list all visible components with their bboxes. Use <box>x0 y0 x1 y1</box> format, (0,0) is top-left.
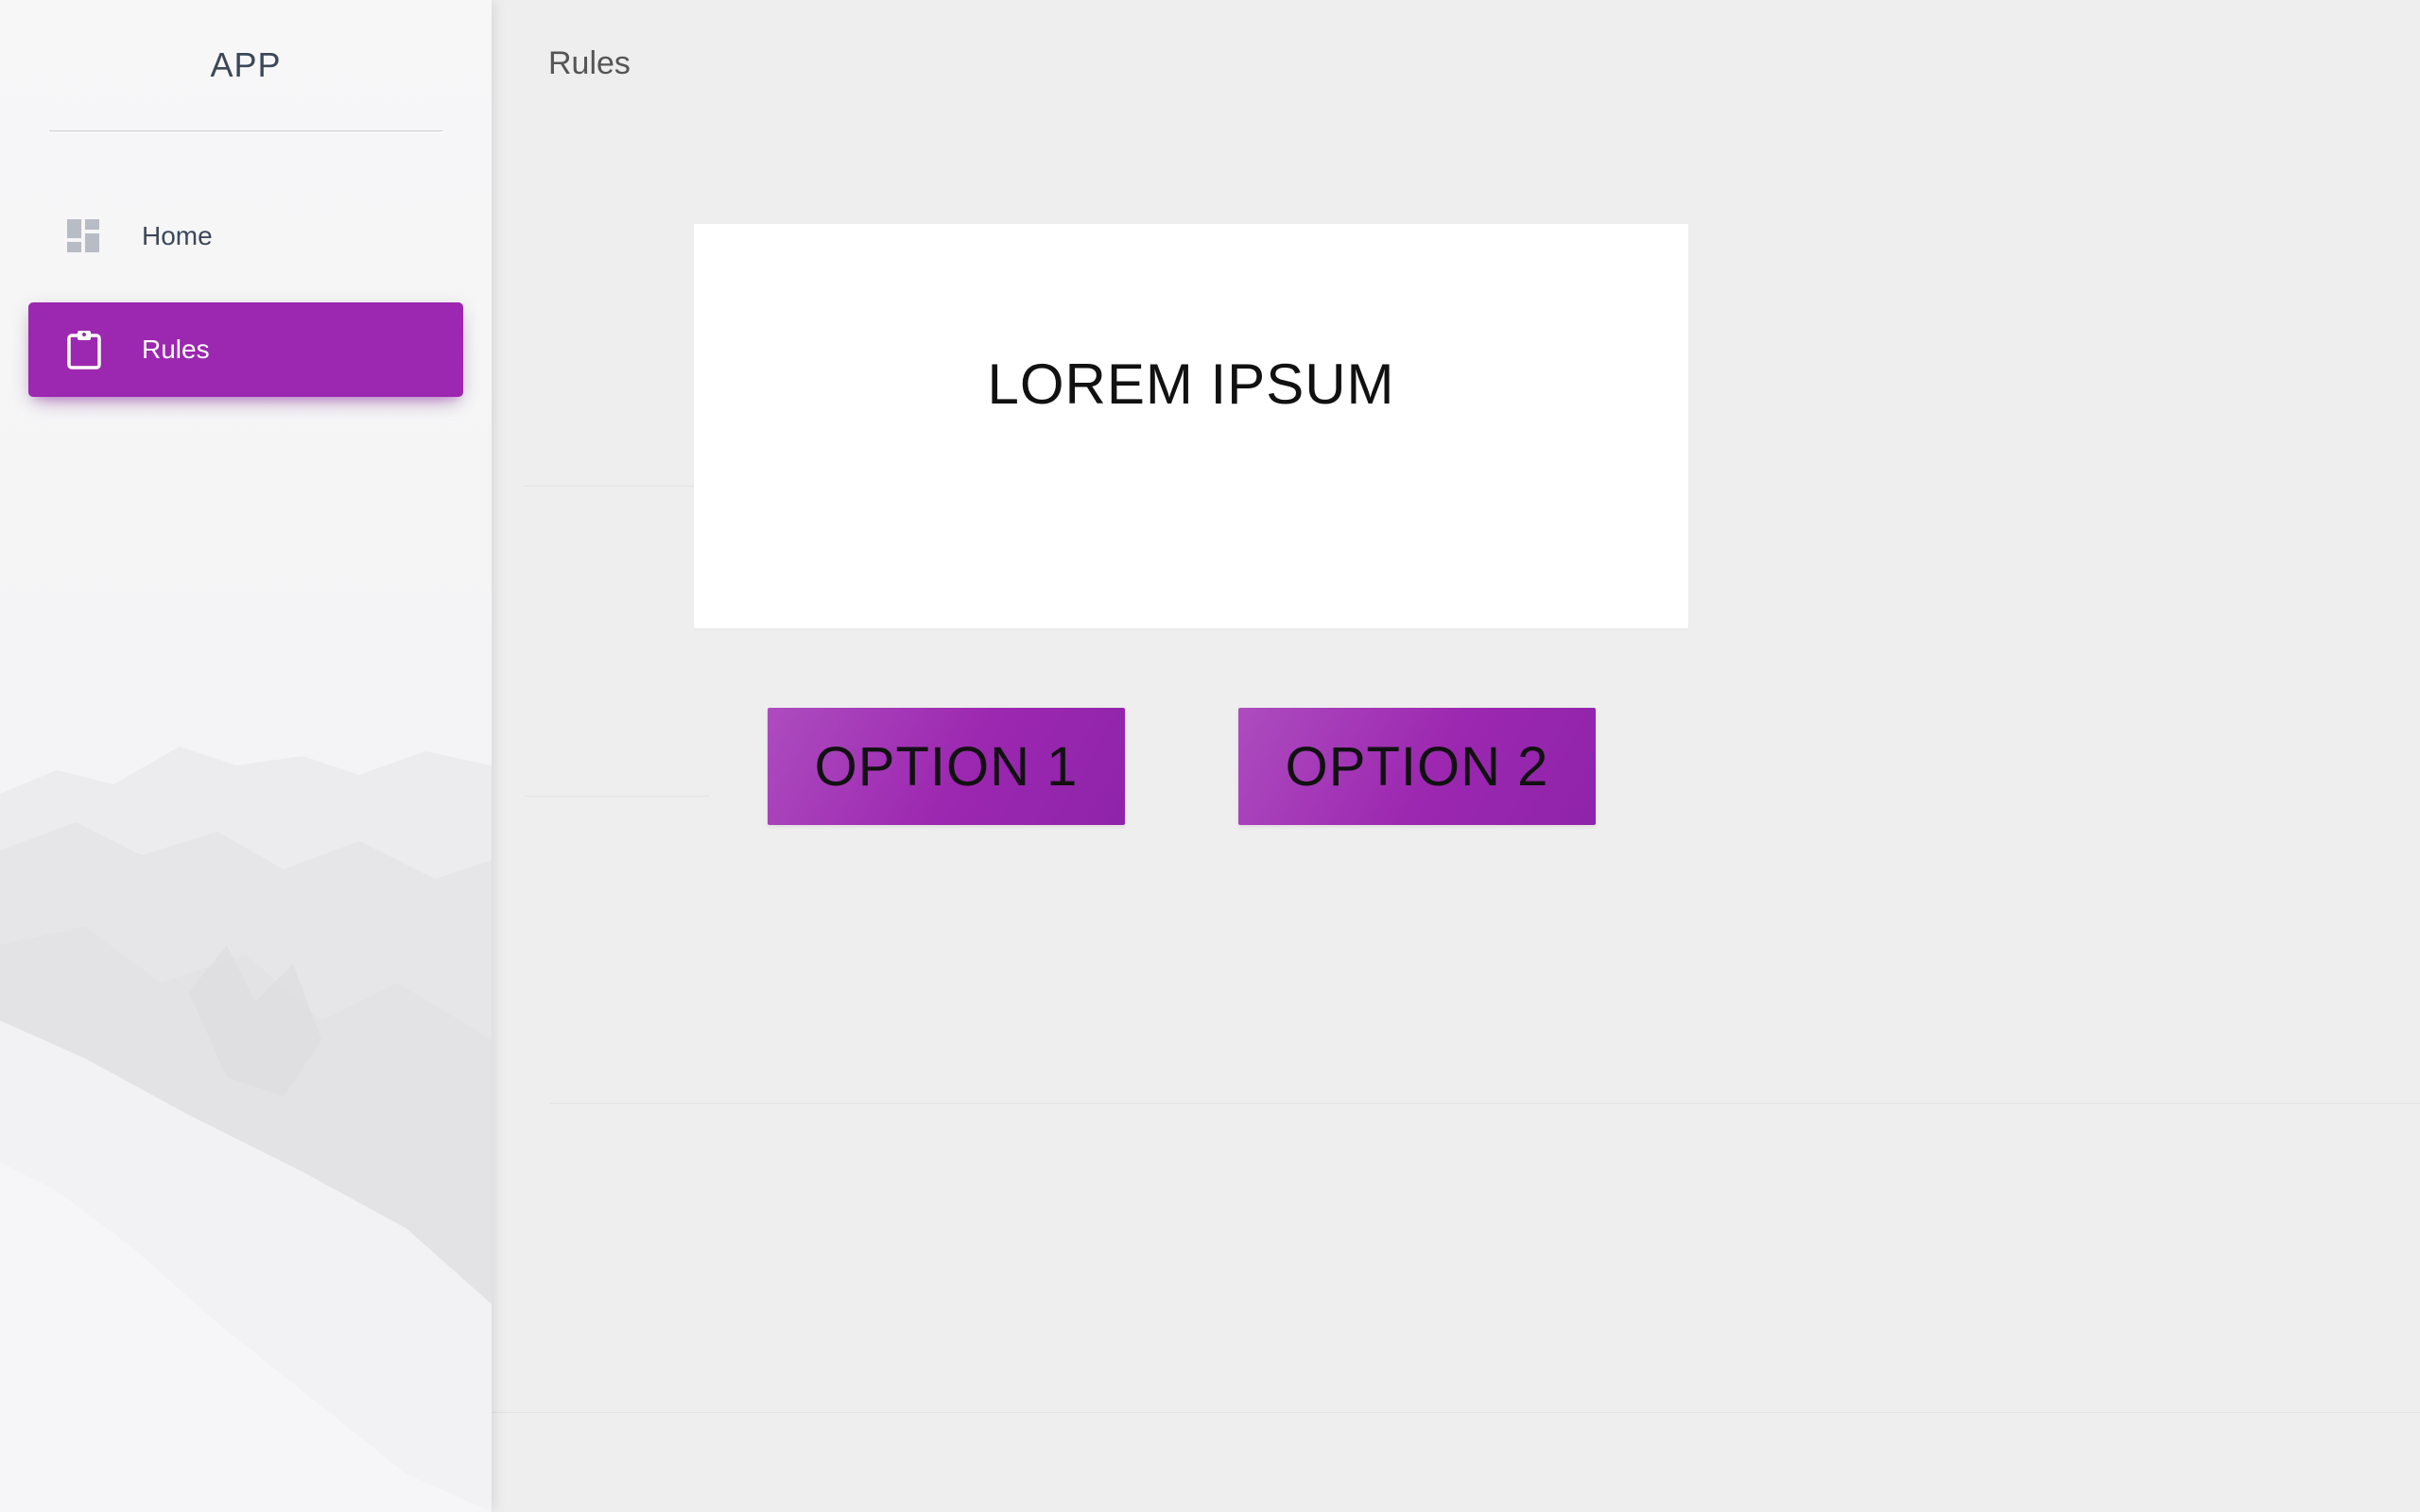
content-card: LOREM IPSUM <box>694 224 1688 628</box>
option-2-button[interactable]: OPTION 2 <box>1238 708 1596 825</box>
sidebar-item-label: Rules <box>142 335 210 364</box>
sidebar-divider <box>49 130 442 131</box>
divider <box>525 796 709 797</box>
sidebar-item-rules[interactable]: Rules <box>28 302 463 397</box>
divider <box>525 486 704 487</box>
divider <box>550 1103 2420 1104</box>
page-title: Rules <box>548 45 631 81</box>
app-page: APP Home Rules Rules LOREM IPSUM OPTION … <box>0 0 2420 1512</box>
divider <box>492 1412 2420 1413</box>
sidebar: APP Home Rules <box>0 0 492 1512</box>
option-1-button[interactable]: OPTION 1 <box>768 708 1125 825</box>
dashboard-icon <box>64 216 104 256</box>
brand-logo-text[interactable]: APP <box>0 45 492 85</box>
sidebar-item-label: Home <box>142 221 213 250</box>
sidebar-item-home[interactable]: Home <box>28 189 463 284</box>
card-title: LOREM IPSUM <box>987 352 1395 416</box>
clipboard-icon <box>64 330 104 369</box>
